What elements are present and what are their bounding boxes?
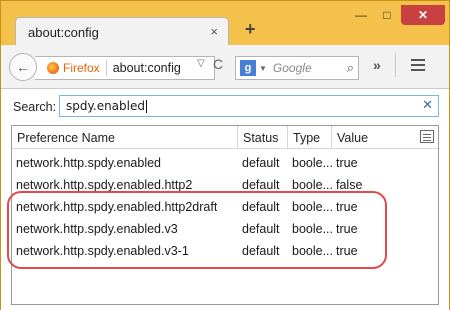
tab-about-config[interactable]: about:config × [15,17,229,47]
identity-label: Firefox [63,61,100,75]
tab-strip: about:config × + — □ ✕ [1,1,449,47]
close-window-button[interactable]: ✕ [401,5,445,25]
pref-name: network.http.spdy.enabled [16,156,162,170]
reload-icon[interactable]: C [213,56,223,72]
clear-search-icon[interactable]: ✕ [422,98,433,113]
table-row[interactable]: network.http.spdy.enabled.http2draft def… [12,196,438,218]
maximize-button[interactable]: □ [375,5,399,25]
tab-title: about:config [28,25,99,40]
pref-value: true [336,200,358,214]
config-search-label: Search: [13,100,57,114]
pref-name: network.http.spdy.enabled.http2 [16,178,193,192]
identity-box[interactable]: Firefox [35,60,107,76]
pref-value: false [336,178,363,192]
preferences-table: Preference Name Status Type Value networ… [11,125,439,305]
pref-type: boole... [292,200,334,214]
pref-value: true [336,156,358,170]
table-row[interactable]: network.http.spdy.enabled.http2 default … [12,174,438,196]
column-picker-icon[interactable] [420,130,434,143]
pref-status: default [242,244,280,258]
search-bar[interactable]: g ▼ Google ⌕ [235,56,359,80]
text-caret [145,99,147,113]
back-button[interactable]: ← [9,53,37,81]
nav-bar: Firefox about:config ← g ▼ Google ⌕ [1,45,449,89]
pref-value: true [336,222,358,236]
url-dropdown-icon[interactable]: ▽ [197,58,205,69]
column-header-status[interactable]: Status [238,126,288,149]
pref-type: boole... [292,222,334,236]
column-header-name[interactable]: Preference Name [12,126,238,149]
pref-type: boole... [292,178,334,192]
table-row[interactable]: network.http.spdy.enabled.v3-1 default b… [12,240,438,262]
pref-type: boole... [292,156,334,170]
url-bar[interactable]: Firefox about:config [35,56,215,80]
pref-value: true [336,244,358,258]
pref-status: default [242,200,280,214]
firefox-logo-icon [47,62,59,74]
toolbar-divider [395,53,396,77]
engine-dropdown-icon[interactable]: ▼ [259,64,267,73]
url-text[interactable]: about:config [107,61,181,75]
column-header-type[interactable]: Type [288,126,332,149]
browser-window: about:config × + — □ ✕ Firefox about:con… [0,0,450,310]
tab-close-icon[interactable]: × [210,24,218,39]
pref-status: default [242,222,280,236]
hamburger-menu-icon[interactable] [405,54,431,76]
config-search-input[interactable]: spdy.enabled ✕ [59,95,439,117]
pref-status: default [242,178,280,192]
pref-status: default [242,156,280,170]
config-page: Search: spdy.enabled ✕ Preference Name S… [1,89,449,310]
table-row[interactable]: network.http.spdy.enabled.v3 default boo… [12,218,438,240]
pref-type: boole... [292,244,334,258]
pref-name: network.http.spdy.enabled.v3 [16,222,178,236]
pref-name: network.http.spdy.enabled.http2draft [16,200,218,214]
table-row[interactable]: network.http.spdy.enabled default boole.… [12,152,438,174]
search-icon[interactable]: ⌕ [347,60,354,76]
google-engine-icon[interactable]: g [240,60,256,76]
pref-name: network.http.spdy.enabled.v3-1 [16,244,189,258]
search-placeholder: Google [272,61,312,75]
overflow-chevron-icon[interactable]: » [373,57,381,73]
minimize-button[interactable]: — [349,5,373,25]
column-header-value[interactable]: Value [332,126,418,149]
config-search-value: spdy.enabled [66,99,145,113]
new-tab-button[interactable]: + [245,19,256,40]
table-header: Preference Name Status Type Value [12,126,438,149]
